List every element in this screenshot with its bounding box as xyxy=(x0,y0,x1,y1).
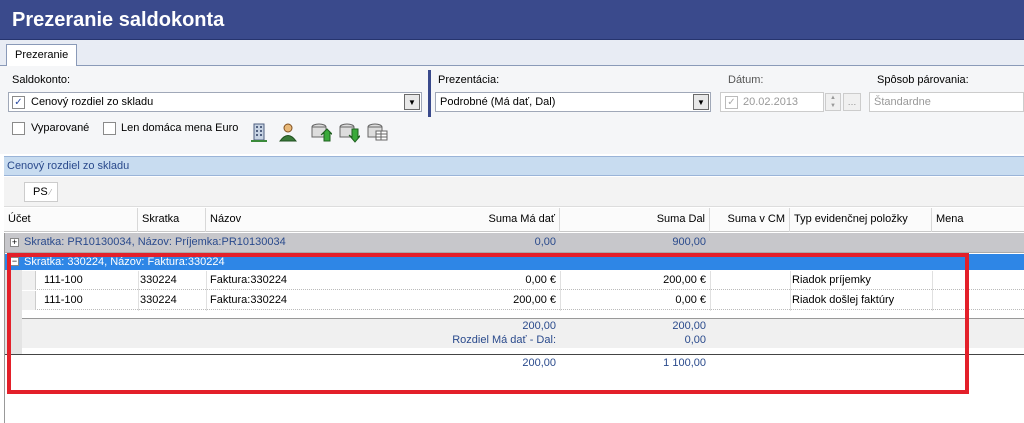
title-bar: Prezeranie saldokonta xyxy=(0,0,1024,40)
building-icon[interactable] xyxy=(248,121,270,143)
group-sum-ma-dat: 0,00 xyxy=(534,236,556,248)
tab-prezeranie[interactable]: Prezeranie xyxy=(6,44,78,67)
db-export-up-icon[interactable] xyxy=(310,121,332,143)
datum-value: 20.02.2013 xyxy=(743,96,799,108)
vyparovane-label: Vyparované xyxy=(31,122,90,134)
column-suma-ma-dat[interactable]: Suma Má dať xyxy=(360,208,560,232)
group-by-panel: PS ⁄ xyxy=(4,177,1024,207)
column-skratka[interactable]: Skratka xyxy=(138,208,206,232)
datum-field[interactable]: ✓ 20.02.2013 xyxy=(720,92,824,112)
saldokonto-value: Cenový rozdiel zo skladu xyxy=(31,96,154,108)
len-domaca-label: Len domáca mena Euro xyxy=(121,122,239,134)
sposob-label: Spôsob párovania: xyxy=(877,74,969,86)
sort-icon: ⁄ xyxy=(49,188,52,197)
user-icon[interactable] xyxy=(277,121,299,143)
datum-label: Dátum: xyxy=(728,74,764,86)
grid-left-border xyxy=(4,233,5,423)
section-title: Cenový rozdiel zo skladu xyxy=(7,160,130,172)
column-typ[interactable]: Typ evidenčnej položky xyxy=(790,208,932,232)
highlight-box xyxy=(7,253,969,394)
filter-separator xyxy=(428,70,431,117)
datum-spinner[interactable]: ▲ ▼ xyxy=(825,93,841,111)
group-chip-ps[interactable]: PS ⁄ xyxy=(24,182,59,202)
datum-checkbox[interactable]: ✓ xyxy=(725,96,738,109)
expand-icon[interactable]: + xyxy=(10,238,19,247)
len-domaca-checkbox[interactable] xyxy=(103,122,116,135)
saldokonto-checkbox[interactable]: ✓ xyxy=(12,96,25,109)
group-sum-dal: 900,00 xyxy=(672,236,706,248)
sposob-select[interactable]: Štandardne xyxy=(869,92,1024,112)
column-ucet[interactable]: Účet xyxy=(4,208,138,232)
prezentacia-value: Podrobné (Má dať, Dal) xyxy=(440,96,556,108)
prezentacia-select[interactable]: Podrobné (Má dať, Dal) ▼ xyxy=(435,92,711,112)
chevron-down-icon[interactable]: ▼ xyxy=(693,94,709,110)
db-grid-icon[interactable] xyxy=(366,121,388,143)
column-mena[interactable]: Mena xyxy=(932,208,1024,232)
datum-picker-button[interactable]: … xyxy=(843,93,861,111)
grid-header: Účet Skratka Názov Suma Má dať Suma Dal … xyxy=(4,208,1024,232)
vyparovane-checkbox[interactable] xyxy=(12,122,25,135)
sposob-placeholder: Štandardne xyxy=(874,96,931,108)
prezentacia-label: Prezentácia: xyxy=(438,74,500,86)
chevron-down-icon[interactable]: ▼ xyxy=(404,94,420,110)
db-export-down-icon[interactable] xyxy=(338,121,360,143)
saldokonto-label: Saldokonto: xyxy=(12,74,71,86)
tab-strip: Prezeranie xyxy=(0,40,1024,67)
column-suma-v-cm[interactable]: Suma v CM xyxy=(710,208,790,232)
column-suma-dal[interactable]: Suma Dal xyxy=(560,208,710,232)
group-row-pr10130034[interactable]: + Skratka: PR10130034, Názov: Príjemka:P… xyxy=(4,233,1024,253)
section-header: Cenový rozdiel zo skladu xyxy=(4,156,1024,176)
saldokonto-select[interactable]: ✓ Cenový rozdiel zo skladu ▼ xyxy=(8,92,422,112)
window-title: Prezeranie saldokonta xyxy=(12,9,225,31)
group-caption: Skratka: PR10130034, Názov: Príjemka:PR1… xyxy=(24,236,286,248)
group-chip-label: PS xyxy=(33,186,48,198)
